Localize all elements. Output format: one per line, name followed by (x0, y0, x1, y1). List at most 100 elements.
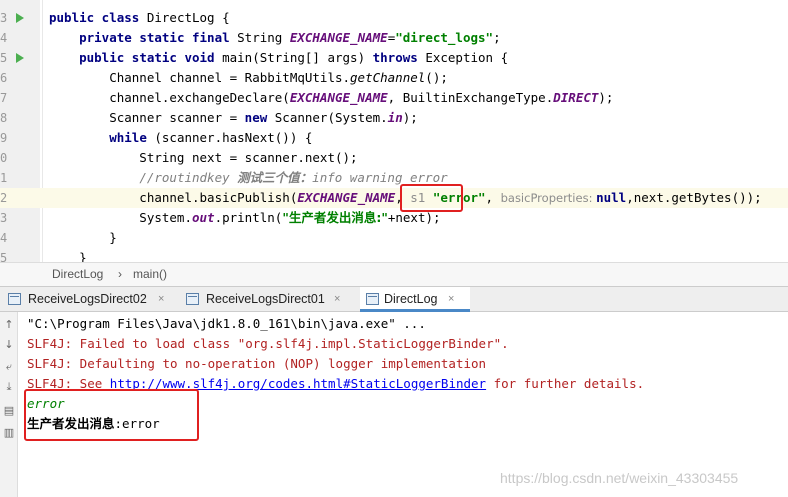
code-token: , (485, 190, 501, 205)
code-token: channel.exchangeDeclare( (49, 90, 290, 105)
code-token: "direct_logs" (395, 30, 494, 45)
code-line[interactable]: 8 Scanner scanner = new Scanner(System.i… (0, 108, 788, 128)
code-line[interactable]: 4 } (0, 228, 788, 248)
close-icon[interactable]: × (334, 287, 340, 312)
code-token: Scanner scanner = (49, 110, 245, 125)
code-line[interactable]: 5 public static void main(String[] args)… (0, 48, 788, 68)
code-token: ); (402, 110, 418, 125)
code-token: } (49, 250, 87, 262)
code-token: 测试三个值： (237, 170, 313, 185)
code-token: System. (49, 210, 192, 225)
line-number: 3 (0, 11, 8, 25)
console-toolbar: ↑ ↓ ⤶ ⤓ ▤ ▥ (0, 312, 18, 497)
line-number: 6 (0, 71, 8, 85)
line-number: 1 (0, 171, 8, 185)
code-token: private static final (79, 30, 238, 45)
line-number: 7 (0, 91, 8, 105)
code-token: EXCHANGE_NAME (289, 90, 388, 105)
code-token: EXCHANGE_NAME (297, 190, 396, 205)
code-text: } (49, 248, 87, 262)
code-token: ); (598, 90, 614, 105)
code-token: DirectLog { (146, 10, 230, 25)
code-token: ,next.getBytes()); (626, 190, 762, 205)
code-text: private static final String EXCHANGE_NAM… (49, 28, 500, 48)
line-number: 9 (0, 131, 8, 145)
run-tabbar: ReceiveLogsDirect02 × ReceiveLogsDirect0… (0, 286, 788, 312)
code-token: DIRECT (553, 90, 599, 105)
console-command-line: "C:\Program Files\Java\jdk1.8.0_161\bin\… (27, 316, 426, 331)
parameter-hint: basicProperties: (500, 191, 597, 205)
error-argument-highlight (400, 184, 463, 212)
code-line[interactable]: 7 channel.exchangeDeclare(EXCHANGE_NAME,… (0, 88, 788, 108)
tab-directlog[interactable]: DirectLog × (360, 287, 470, 312)
tab-label: DirectLog (384, 292, 438, 306)
breadcrumb-class[interactable]: DirectLog (52, 263, 103, 286)
watermark-text: https://blog.csdn.net/weixin_43303455 (500, 470, 739, 486)
code-line[interactable]: 2 channel.basicPublish(EXCHANGE_NAME, s1… (0, 188, 788, 208)
run-icon[interactable] (16, 53, 24, 63)
console-slf4j-line-2: SLF4J: Defaulting to no-operation (NOP) … (27, 356, 487, 371)
code-text: Channel channel = RabbitMqUtils.getChann… (49, 68, 448, 88)
arrow-down-icon[interactable]: ↓ (2, 338, 16, 352)
line-number: 3 (0, 211, 8, 225)
code-line[interactable]: 9 while (scanner.hasNext()) { (0, 128, 788, 148)
code-text: //routindkey 测试三个值：info warning error (49, 168, 448, 188)
code-text: public class DirectLog { (49, 8, 230, 28)
code-text: System.out.println("生产者发出消息:"+next); (49, 208, 441, 228)
line-number: 0 (0, 151, 8, 165)
code-editor[interactable]: 3 public class DirectLog {4 private stati… (0, 0, 788, 262)
code-line[interactable]: 6 Channel channel = RabbitMqUtils.getCha… (0, 68, 788, 88)
line-number: 2 (0, 191, 8, 205)
tab-label: ReceiveLogsDirect02 (28, 292, 147, 306)
line-number: 5 (0, 251, 8, 262)
code-line[interactable]: 3 public class DirectLog { (0, 8, 788, 28)
code-token: "生产者发出消息:" (282, 210, 388, 225)
line-number: 5 (0, 51, 8, 65)
code-line[interactable]: 0 String next = scanner.next(); (0, 148, 788, 168)
print-icon[interactable]: ▤ (2, 404, 16, 418)
scroll-to-end-icon[interactable]: ⤓ (2, 380, 16, 394)
tab-receivelogsdirect01[interactable]: ReceiveLogsDirect01 × (186, 287, 351, 312)
code-text: } (49, 228, 117, 248)
run-icon[interactable] (16, 13, 24, 23)
code-line[interactable]: 5 } (0, 248, 788, 262)
code-token: String next = scanner.next(); (49, 150, 358, 165)
slf4j-suffix: for further details. (486, 376, 645, 391)
code-token: +next); (387, 210, 441, 225)
arrow-up-icon[interactable]: ↑ (2, 318, 16, 332)
code-token: Scanner(System. (274, 110, 388, 125)
soft-wrap-icon[interactable]: ⤶ (2, 360, 16, 374)
code-token: out (192, 210, 215, 225)
code-token: getChannel (350, 70, 426, 85)
tab-receivelogsdirect02[interactable]: ReceiveLogsDirect02 × (8, 287, 173, 312)
code-token: null (596, 190, 627, 205)
code-line[interactable]: 3 System.out.println("生产者发出消息:"+next); (0, 208, 788, 228)
tab-label: ReceiveLogsDirect01 (206, 292, 325, 306)
code-token: EXCHANGE_NAME (289, 30, 388, 45)
code-token: info warning error (312, 170, 448, 185)
console-slf4j-line-1: SLF4J: Failed to load class "org.slf4j.i… (27, 336, 509, 351)
code-line[interactable]: 1 //routindkey 测试三个值：info warning error (0, 168, 788, 188)
code-line[interactable]: 4 private static final String EXCHANGE_N… (0, 28, 788, 48)
code-token: public static void (79, 50, 223, 65)
code-token: (); (425, 70, 448, 85)
code-token: (scanner.hasNext()) { (154, 130, 313, 145)
close-icon[interactable]: × (448, 287, 454, 312)
close-icon[interactable]: × (158, 287, 164, 312)
line-number: 4 (0, 31, 8, 45)
code-token: .println( (214, 210, 283, 225)
console-icon (186, 293, 199, 305)
code-token: while (109, 130, 155, 145)
code-text: String next = scanner.next(); (49, 148, 358, 168)
breadcrumb-method[interactable]: main() (133, 263, 167, 286)
line-number: 4 (0, 231, 8, 245)
trash-icon[interactable]: ▥ (2, 426, 16, 440)
code-token: main(String[] args) (222, 50, 373, 65)
console-icon (8, 293, 21, 305)
code-token: , BuiltinExchangeType. (387, 90, 554, 105)
code-token: } (49, 230, 117, 245)
code-text: while (scanner.hasNext()) { (49, 128, 312, 148)
